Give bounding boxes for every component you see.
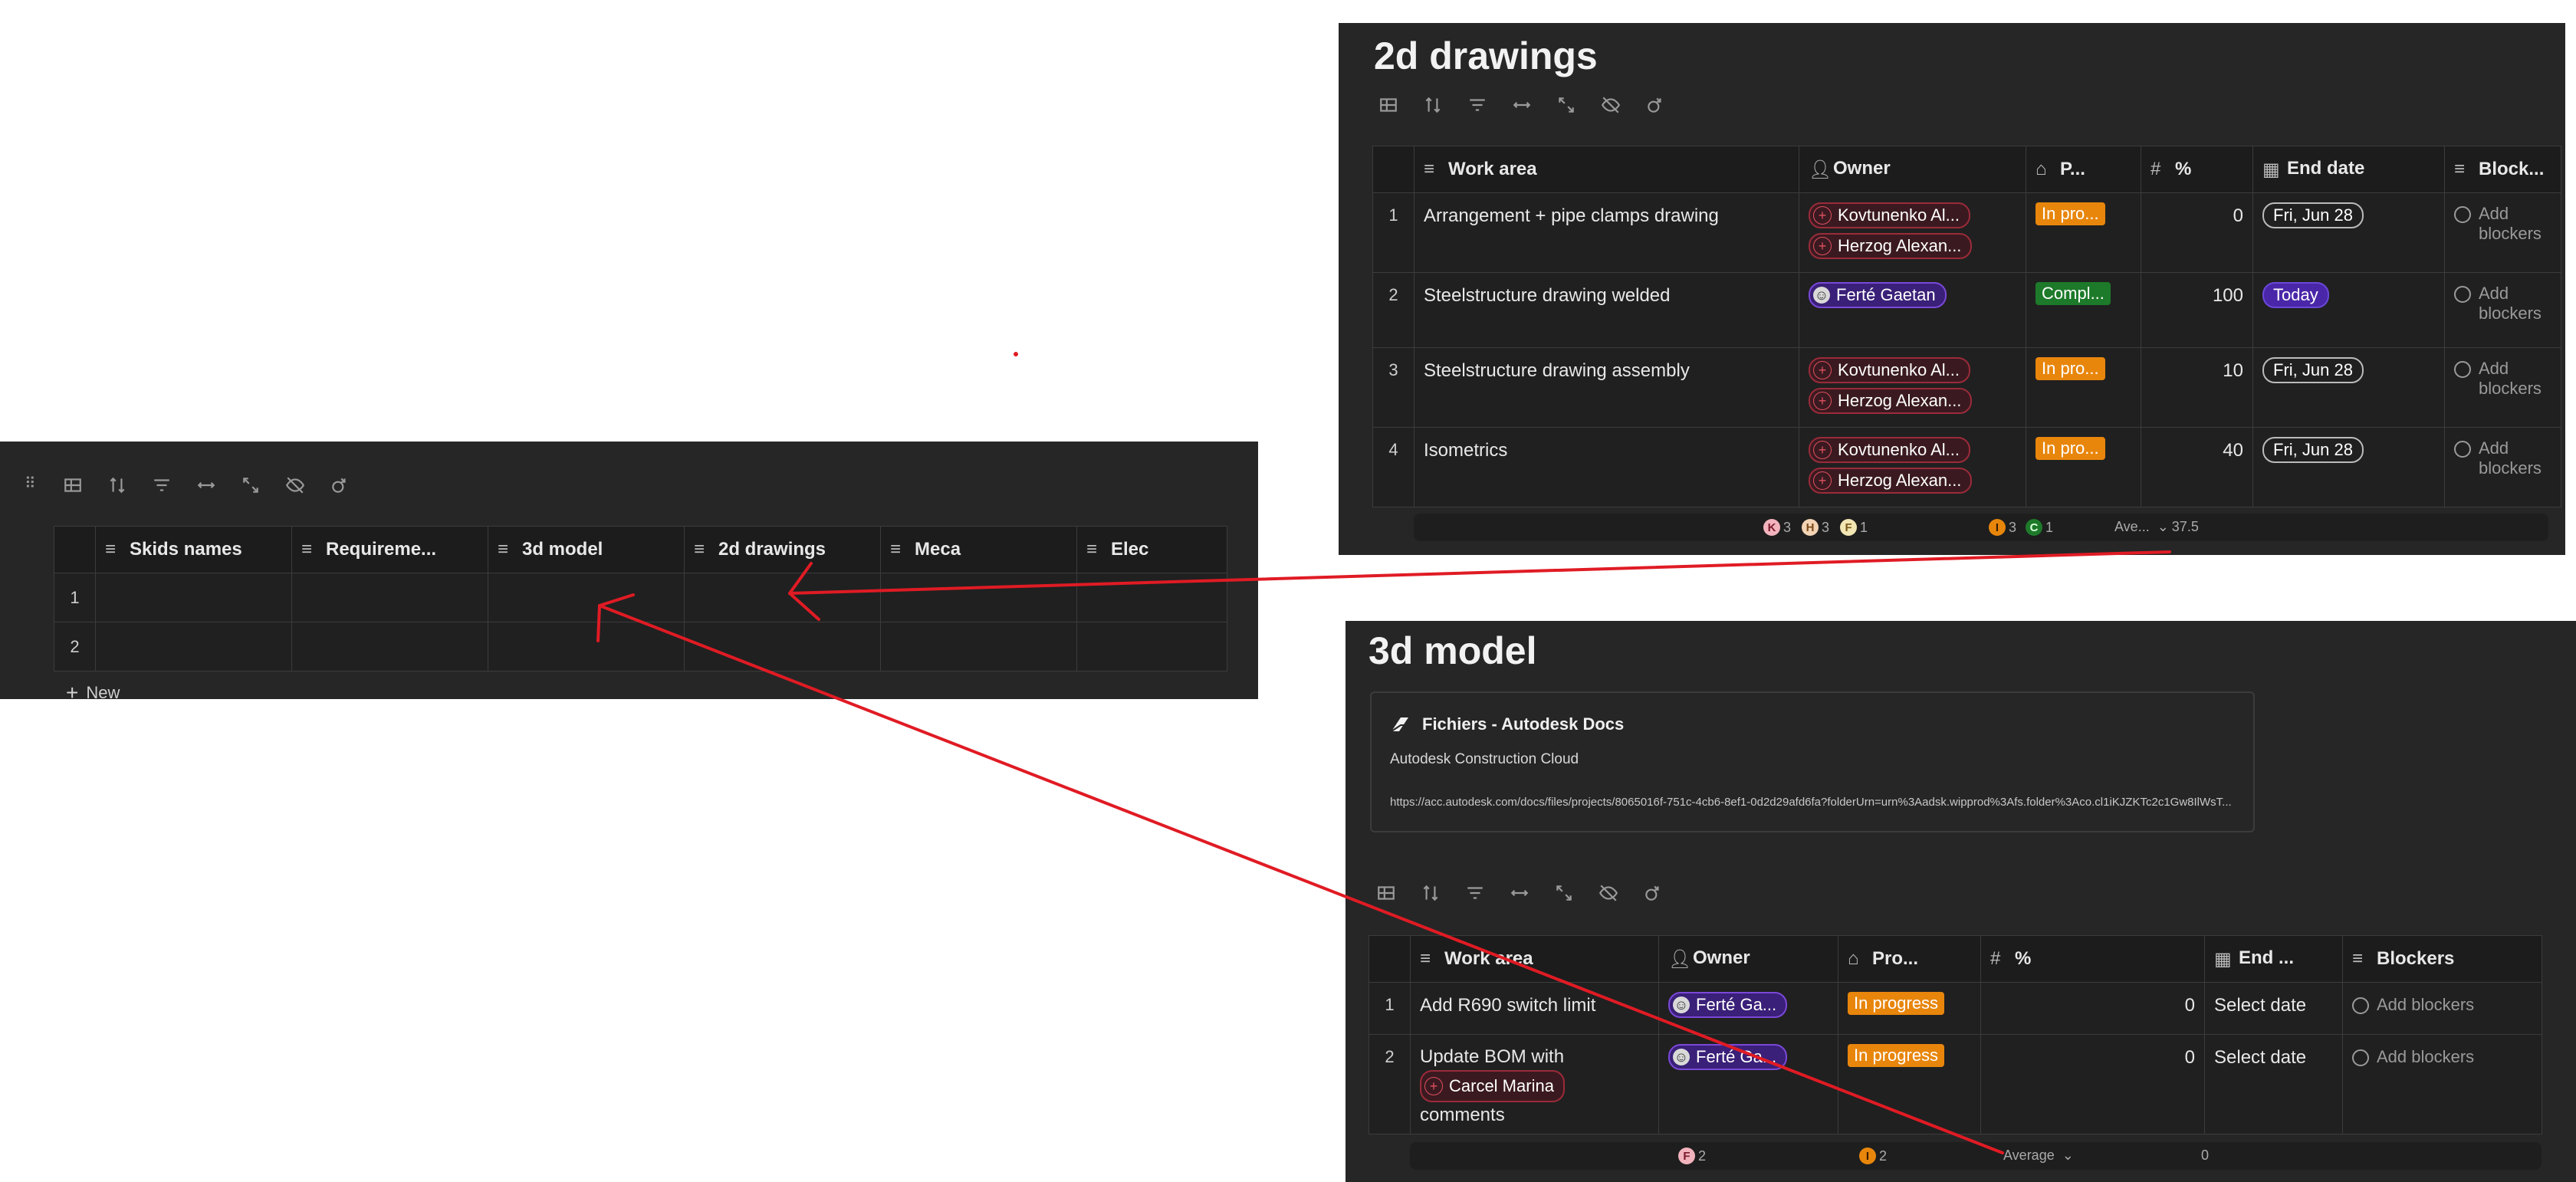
arrow-line-2d-drawings (788, 550, 2171, 595)
annotation-arrows (596, 352, 2171, 1154)
annotation-dot (1014, 352, 1018, 356)
arrow-line-3d-model (598, 604, 2004, 1154)
